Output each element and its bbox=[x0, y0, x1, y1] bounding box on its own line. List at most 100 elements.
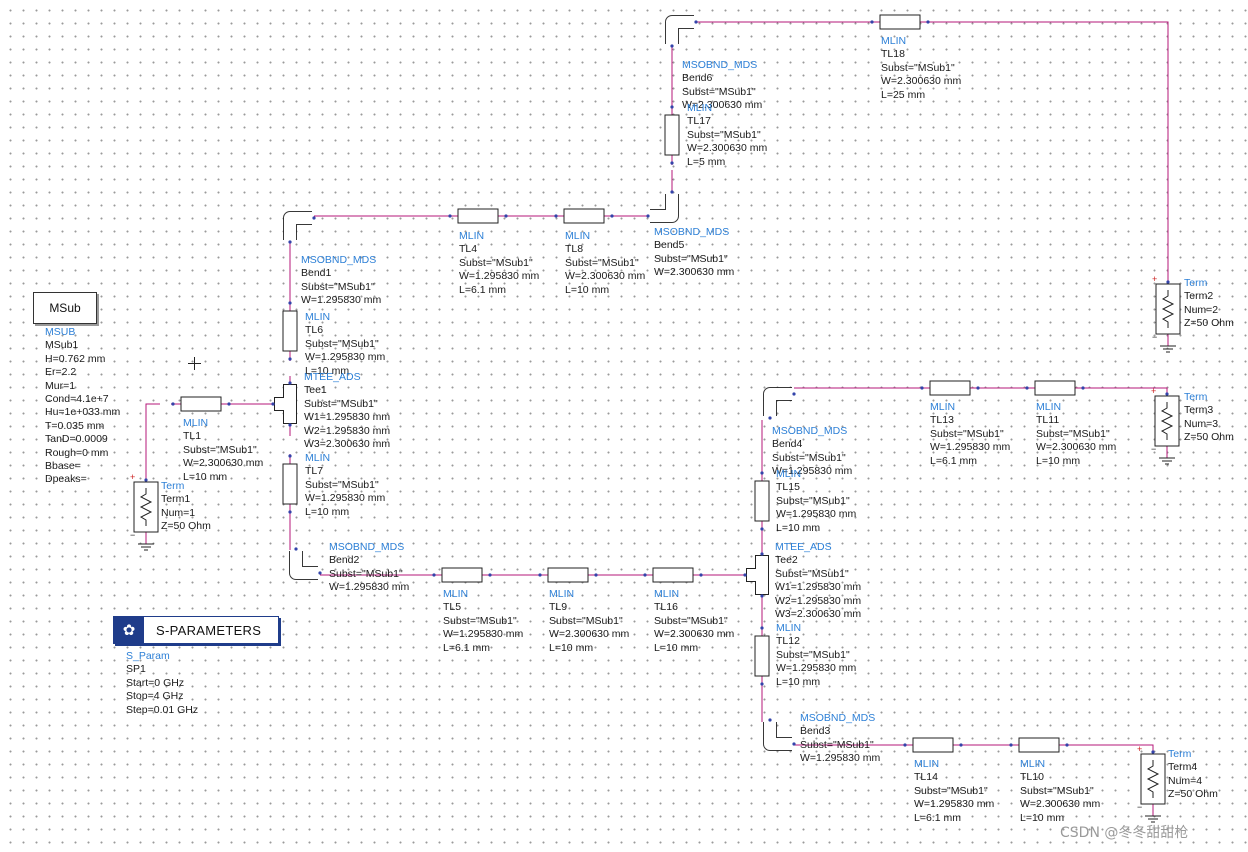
label-block-bend5[interactable]: MSOBND_MDS Bend5 Subst="MSub1" W=2.300630 m… bbox=[654, 226, 734, 280]
component-type-label: MSOBND_MDS bbox=[329, 541, 405, 553]
label-block-tl15[interactable]: MLIN TL15 Subst="MSub1" W=1.295830 mm L=10 m… bbox=[776, 468, 856, 535]
pin bbox=[1065, 743, 1069, 747]
parameter-label: Mur=1 bbox=[45, 379, 76, 392]
pin bbox=[318, 571, 322, 575]
sparameters-controller[interactable]: ✿ S-PARAMETERS bbox=[113, 616, 279, 644]
mlin-tl11[interactable] bbox=[1034, 380, 1076, 396]
parameter-label: L=6.1 mm bbox=[914, 811, 961, 824]
label-block-bend1[interactable]: MSOBND_MDS Bend1 Subst="MSub1" W=1.295830 m… bbox=[301, 254, 381, 308]
mlin-tl17[interactable] bbox=[664, 114, 680, 156]
label-block-term1[interactable]: Term Term1 Num=1 Z=50 Ohm bbox=[161, 480, 211, 534]
pin bbox=[743, 573, 747, 577]
instance-name-label: Term3 bbox=[1184, 404, 1214, 417]
label-block-tl13[interactable]: MLIN TL13 Subst="MSub1" W=1.295830 mm L=6.1 … bbox=[930, 401, 1010, 468]
instance-name-label: TL10 bbox=[1020, 771, 1044, 784]
parameter-label: W=2.300630 mm bbox=[183, 457, 264, 470]
pin bbox=[1025, 386, 1029, 390]
component-type-label: MLIN bbox=[776, 468, 802, 480]
label-block-bend2[interactable]: MSOBND_MDS Bend2 Subst="MSub1" W=1.295830 m… bbox=[329, 541, 409, 595]
label-block-tl16[interactable]: MLIN TL16 Subst="MSub1" W=2.300630 mm L=10 m… bbox=[654, 588, 734, 655]
label-block-tl6[interactable]: MLIN TL6 Subst="MSub1" W=1.295830 mm L=10 mm bbox=[305, 311, 385, 378]
pin bbox=[288, 510, 292, 514]
component-type-label: MLIN bbox=[443, 588, 469, 600]
mlin-tl16[interactable] bbox=[652, 567, 694, 583]
parameter-label: Subst="MSub1" bbox=[301, 280, 375, 293]
mlin-tl9[interactable] bbox=[547, 567, 589, 583]
mlin-tl13[interactable] bbox=[929, 380, 971, 396]
msub-component-box[interactable]: MSub bbox=[33, 292, 97, 324]
component-type-label: MSOBND_MDS bbox=[654, 226, 730, 238]
cursor-crosshair-icon bbox=[188, 357, 201, 370]
label-block-tee1[interactable]: MTEE_ADS Tee1 Subst="MSub1" W1=1.295830 mm W… bbox=[304, 371, 390, 451]
label-block-tl17[interactable]: MLIN TL17 Subst="MSub1" W=2.300630 mm L=5 mm bbox=[687, 102, 767, 169]
bend-bend5-inner bbox=[650, 194, 678, 222]
parameter-label: Subst="MSub1" bbox=[881, 61, 955, 74]
mlin-tl10[interactable] bbox=[1018, 737, 1060, 753]
watermark: CSDN @冬冬甜甜枪 bbox=[1060, 825, 1189, 841]
pin bbox=[227, 402, 231, 406]
mlin-tl18[interactable] bbox=[879, 14, 921, 30]
label-block-tl14[interactable]: MLIN TL14 Subst="MSub1" W=1.295830 mm L=6.1 … bbox=[914, 758, 994, 825]
label-block-tl1[interactable]: MLIN TL1 Subst="MSub1" W=2.300630 mm L=10 mm bbox=[183, 417, 263, 484]
component-type-label: MLIN bbox=[930, 401, 956, 413]
parameter-label: L=10 mm bbox=[776, 521, 821, 534]
component-type-label: Term bbox=[1168, 748, 1192, 760]
mlin-tl14[interactable] bbox=[912, 737, 954, 753]
mlin-tl4[interactable] bbox=[457, 208, 499, 224]
bend-bend4-inner bbox=[764, 388, 792, 416]
label-block-tl7[interactable]: MLIN TL7 Subst="MSub1" W=1.295830 mm L=10 mm bbox=[305, 452, 385, 519]
component-type-label: MSOBND_MDS bbox=[682, 59, 758, 71]
pin bbox=[976, 386, 980, 390]
parameter-label: Hu=1e+033 mm bbox=[45, 406, 121, 419]
pin bbox=[488, 573, 492, 577]
pin bbox=[271, 402, 275, 406]
instance-name-label: MSub1 bbox=[45, 339, 79, 352]
label-block-term4[interactable]: Term Term4 Num=4 Z=50 Ohm bbox=[1168, 748, 1218, 802]
term-term2-minus-sign: − bbox=[1152, 332, 1157, 342]
instance-name-label: Bend6 bbox=[682, 72, 713, 85]
label-block-tl9[interactable]: MLIN TL9 Subst="MSub1" W=2.300630 mm L=10 mm bbox=[549, 588, 629, 655]
label-block-tl10[interactable]: MLIN TL10 Subst="MSub1" W=2.300630 mm L=10 m… bbox=[1020, 758, 1100, 825]
label-block-tl4[interactable]: MLIN TL4 Subst="MSub1" W=1.295830 mm L=6.1 m… bbox=[459, 230, 539, 297]
mlin-tl7[interactable] bbox=[282, 463, 298, 505]
parameter-label: L=10 mm bbox=[549, 641, 594, 654]
mlin-tl5[interactable] bbox=[441, 567, 483, 583]
pin bbox=[670, 105, 674, 109]
component-type-label: MTEE_ADS bbox=[775, 541, 832, 553]
label-block-tl18[interactable]: MLIN TL18 Subst="MSub1" W=2.300630 mm L=25 m… bbox=[881, 35, 961, 102]
label-block-tl8[interactable]: MLIN TL8 Subst="MSub1" W=2.300630 mm L=10 mm bbox=[565, 230, 645, 297]
label-block-tl5[interactable]: MLIN TL5 Subst="MSub1" W=1.295830 mm L=6.1 m… bbox=[443, 588, 523, 655]
parameter-label: Subst="MSub1" bbox=[687, 128, 761, 141]
parameter-label: Subst="MSub1" bbox=[443, 614, 517, 627]
parameter-label: Rough=0 mm bbox=[45, 446, 109, 459]
msub-box-label: MSub bbox=[49, 301, 81, 315]
parameter-label: Subst="MSub1" bbox=[305, 337, 379, 350]
parameter-label: W=1.295830 mm bbox=[305, 492, 386, 505]
pin bbox=[288, 301, 292, 305]
wire-tl18-term2 bbox=[930, 21, 1169, 282]
parameter-label: Start=0 GHz bbox=[126, 676, 185, 689]
instance-name-label: Bend3 bbox=[800, 725, 831, 738]
component-type-label: MLIN bbox=[654, 588, 680, 600]
mlin-tl12[interactable] bbox=[754, 635, 770, 677]
mlin-tl15[interactable] bbox=[754, 480, 770, 522]
term-term3-minus-sign: − bbox=[1151, 444, 1156, 454]
parameter-label: Cond=4.1e+7 bbox=[45, 393, 109, 406]
instance-name-label: Tee1 bbox=[304, 384, 327, 397]
label-block-tl12[interactable]: MLIN TL12 Subst="MSub1" W=1.295830 mm L=10 m… bbox=[776, 622, 856, 689]
pin bbox=[926, 20, 930, 24]
mlin-tl1[interactable] bbox=[180, 396, 222, 412]
label-block-term3[interactable]: Term Term3 Num=3 Z=50 Ohm bbox=[1184, 391, 1234, 445]
label-block-sp1[interactable]: S_Param SP1 Start=0 GHz Stop=4 GHz Step=0.01… bbox=[126, 650, 198, 717]
label-block-tl11[interactable]: MLIN TL11 Subst="MSub1" W=2.300630 mm L=10 m… bbox=[1036, 401, 1116, 468]
label-block-tee2[interactable]: MTEE_ADS Tee2 Subst="MSub1" W1=1.295830 mm W… bbox=[775, 541, 861, 621]
pin bbox=[792, 392, 796, 396]
instance-name-label: Bend1 bbox=[301, 267, 332, 280]
label-block-term2[interactable]: Term Term2 Num=2 Z=50 Ohm bbox=[1184, 277, 1234, 331]
mlin-tl8[interactable] bbox=[563, 208, 605, 224]
pin bbox=[760, 626, 764, 630]
mlin-tl6[interactable] bbox=[282, 310, 298, 352]
instance-name-label: TL18 bbox=[881, 48, 905, 61]
label-block-bend3[interactable]: MSOBND_MDS Bend3 Subst="MSub1" W=1.295830 m… bbox=[800, 712, 880, 766]
label-block-msub[interactable]: MSUB MSub1 H=0.762 mm Er=2.2 Mur=1 Cond=4.1e+… bbox=[45, 326, 120, 487]
